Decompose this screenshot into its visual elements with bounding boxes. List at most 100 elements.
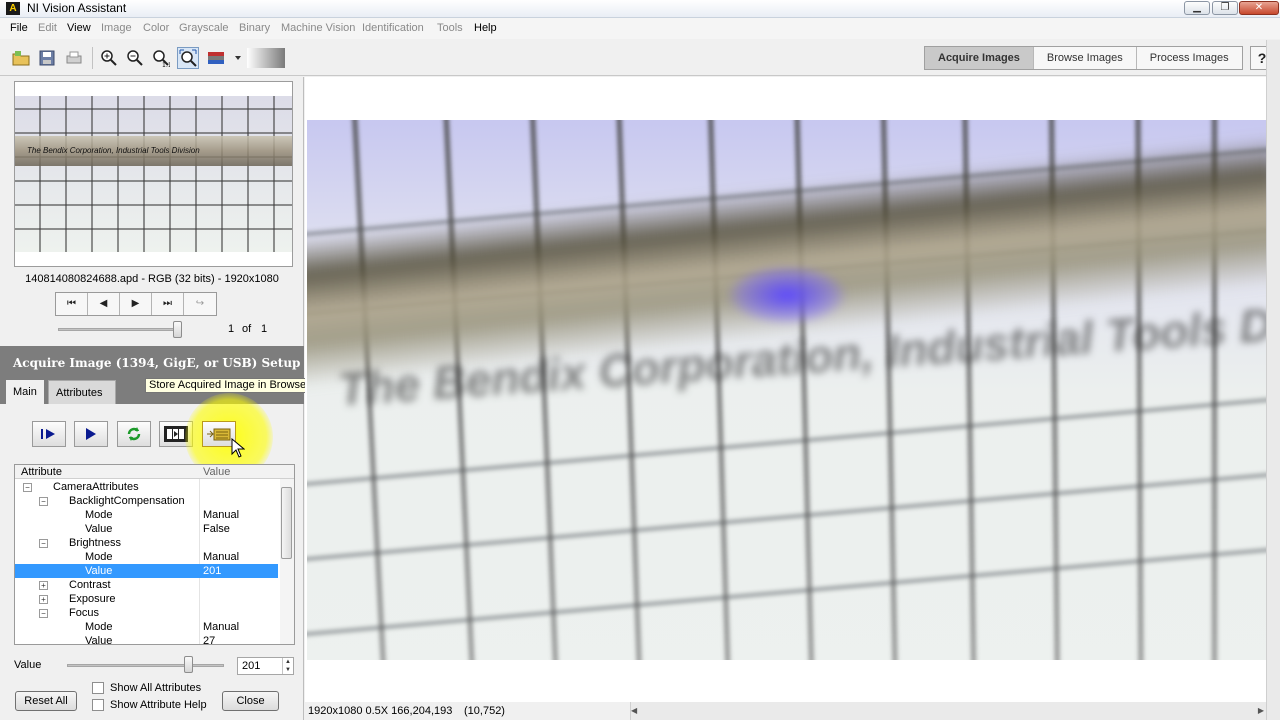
tree-row-label: Brightness: [69, 537, 121, 549]
grid-line: [307, 471, 1266, 563]
last-image-button[interactable]: ⏭: [152, 293, 184, 315]
left-panel: The Bendix Corporation, Industrial Tools…: [0, 77, 304, 720]
image-thumbnail[interactable]: The Bendix Corporation, Industrial Tools…: [14, 81, 293, 267]
tree-row-value: False: [203, 523, 230, 535]
show-all-attributes-label: Show All Attributes: [110, 682, 202, 694]
mode-selector: Acquire Images Browse Images Process Ima…: [924, 46, 1243, 70]
tree-row[interactable]: − BacklightCompensation: [15, 494, 278, 508]
menu-file[interactable]: File: [10, 22, 28, 35]
tree-row[interactable]: Value 27: [15, 634, 278, 645]
status-cursor-coords: (10,752): [464, 705, 505, 717]
title-bar: A NI Vision Assistant ▁ ❐ ✕: [0, 0, 1280, 18]
tree-row[interactable]: − Focus: [15, 606, 278, 620]
toolbar-separator: [92, 47, 93, 69]
image-display-area: The Bendix Corporation, Industrial Tools…: [305, 77, 1266, 702]
dropdown-arrow-icon[interactable]: [233, 47, 243, 69]
collapse-icon[interactable]: −: [39, 497, 48, 506]
tab-attributes[interactable]: Attributes: [48, 380, 116, 404]
menu-tools[interactable]: Tools: [437, 22, 463, 35]
close-window-button[interactable]: ✕: [1239, 1, 1279, 15]
first-image-button[interactable]: ⏮: [56, 293, 88, 315]
tree-row[interactable]: Value 201: [15, 564, 278, 578]
tree-vertical-scrollbar[interactable]: [280, 479, 294, 644]
process-images-button[interactable]: Process Images: [1137, 47, 1242, 69]
expand-icon[interactable]: +: [39, 581, 48, 590]
value-spinbox[interactable]: 201 ▲ ▼: [237, 657, 294, 675]
return-icon[interactable]: ↪: [184, 293, 216, 315]
value-label: Value: [14, 659, 42, 671]
menu-help[interactable]: Help: [474, 22, 497, 35]
main-horizontal-scrollbar[interactable]: ◀ ▶: [630, 702, 1266, 720]
zoom-out-icon[interactable]: [124, 47, 146, 69]
menu-edit[interactable]: Edit: [38, 22, 57, 35]
value-spinbox-text: 201: [242, 660, 261, 672]
refresh-icon[interactable]: [117, 421, 151, 447]
menu-machine-vision[interactable]: Machine Vision: [281, 22, 355, 35]
tree-row[interactable]: Mode Manual: [15, 508, 278, 522]
scroll-right-icon[interactable]: ▶: [1258, 702, 1264, 720]
value-slider-track[interactable]: [67, 664, 224, 667]
maximize-button[interactable]: ❐: [1212, 1, 1238, 15]
thumbnail-image: The Bendix Corporation, Industrial Tools…: [15, 96, 292, 252]
grab-button[interactable]: [74, 421, 108, 447]
tree-row-label: Mode: [85, 551, 113, 563]
expand-icon[interactable]: +: [39, 595, 48, 604]
collapse-icon[interactable]: −: [23, 483, 32, 492]
next-image-button[interactable]: ▶: [120, 293, 152, 315]
tree-row[interactable]: Value False: [15, 522, 278, 536]
print-icon[interactable]: [63, 47, 85, 69]
tree-row-value: 27: [203, 635, 216, 645]
zoom-1to1-icon[interactable]: 1:1: [150, 47, 172, 69]
column-header-value[interactable]: Value: [203, 465, 230, 479]
minimize-button[interactable]: ▁: [1184, 1, 1210, 15]
snap-button[interactable]: [32, 421, 66, 447]
light-reflection: [727, 265, 847, 325]
tree-row-value: Manual: [203, 621, 240, 633]
image-index-slider-track[interactable]: [58, 328, 182, 331]
tree-header: Attribute Value: [15, 465, 294, 479]
show-attribute-help-checkbox[interactable]: [92, 699, 104, 711]
tree-row[interactable]: + Exposure: [15, 592, 278, 606]
show-all-attributes-checkbox[interactable]: [92, 682, 104, 694]
image-index-slider-thumb[interactable]: [173, 321, 182, 338]
tab-main[interactable]: Main: [6, 380, 44, 404]
gradient-icon[interactable]: [246, 47, 286, 69]
browse-images-button[interactable]: Browse Images: [1034, 47, 1137, 69]
save-icon[interactable]: [36, 47, 58, 69]
tree-scroll-thumb[interactable]: [281, 487, 292, 559]
acquired-image-view[interactable]: The Bendix Corporation, Industrial Tools…: [307, 120, 1266, 660]
tree-row[interactable]: − Brightness: [15, 536, 278, 550]
previous-image-button[interactable]: ◀: [88, 293, 120, 315]
acquire-images-button[interactable]: Acquire Images: [925, 47, 1034, 69]
collapse-icon[interactable]: −: [39, 609, 48, 618]
column-header-attribute[interactable]: Attribute: [21, 465, 62, 479]
tree-row-label: Focus: [69, 607, 99, 619]
reset-all-button[interactable]: Reset All: [15, 691, 77, 711]
menu-binary[interactable]: Binary: [239, 22, 270, 35]
tree-row-label: Exposure: [69, 593, 116, 605]
tree-row[interactable]: Mode Manual: [15, 620, 278, 634]
spin-arrows-icon[interactable]: ▲ ▼: [282, 658, 293, 674]
scroll-left-icon[interactable]: ◀: [631, 702, 637, 720]
menu-view[interactable]: View: [67, 22, 91, 35]
menu-identification[interactable]: Identification: [362, 22, 424, 35]
tree-row[interactable]: − CameraAttributes: [15, 480, 278, 494]
value-slider-thumb[interactable]: [184, 656, 193, 673]
tree-row[interactable]: + Contrast: [15, 578, 278, 592]
status-image-info: 1920x1080 0.5X 166,204,193: [308, 705, 453, 717]
collapse-icon[interactable]: −: [39, 539, 48, 548]
palette-icon[interactable]: [205, 47, 227, 69]
tree-row[interactable]: Mode Manual: [15, 550, 278, 564]
menu-color[interactable]: Color: [143, 22, 169, 35]
setup-header: Acquire Image (1394, GigE, or USB) Setup: [0, 346, 304, 380]
open-icon[interactable]: [10, 47, 32, 69]
show-attribute-help-label: Show Attribute Help: [110, 699, 207, 711]
tree-row-value: Manual: [203, 509, 240, 521]
menu-grayscale[interactable]: Grayscale: [179, 22, 229, 35]
close-button[interactable]: Close: [222, 691, 279, 711]
mouse-cursor-icon: [231, 438, 245, 458]
menu-image[interactable]: Image: [101, 22, 132, 35]
zoom-in-icon[interactable]: [98, 47, 120, 69]
main-vertical-scrollbar[interactable]: [1266, 40, 1280, 720]
zoom-fit-icon[interactable]: [177, 47, 199, 69]
